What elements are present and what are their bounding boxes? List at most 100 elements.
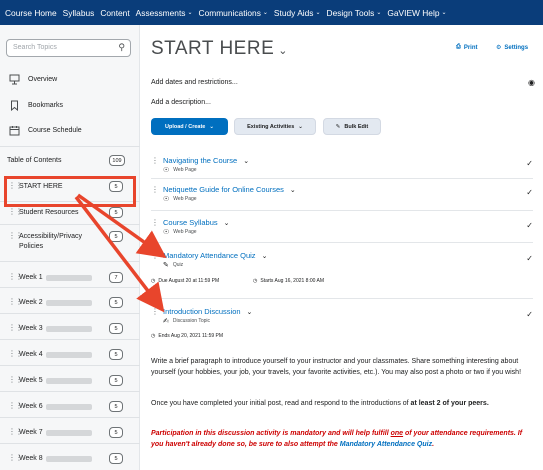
nav-label: Content	[100, 7, 130, 18]
settings-label: Settings	[504, 44, 529, 51]
add-dates-label: Add dates and restrictions...	[151, 79, 238, 86]
chevron-down-icon[interactable]: ⌄	[278, 45, 288, 57]
drag-handle-icon[interactable]: ⋮	[151, 251, 159, 260]
item-title-link[interactable]: Course Syllabus ⌄	[163, 218, 229, 227]
drag-handle-icon[interactable]: ⋮	[151, 156, 159, 165]
print-button[interactable]: ⎙ Print	[456, 44, 477, 51]
item-type-label: Web Page	[173, 167, 197, 173]
search-icon[interactable]: ⚲	[118, 42, 125, 53]
description-text: Write a brief paragraph to introduce you…	[151, 358, 522, 376]
chevron-down-icon[interactable]: ⌄	[243, 158, 249, 165]
module-divider	[0, 224, 140, 225]
nav-content[interactable]: Content	[100, 8, 129, 18]
item-title-link[interactable]: Introduction Discussion ⌄	[163, 307, 252, 316]
nav-syllabus[interactable]: Syllabus	[63, 8, 95, 18]
module-count: 5	[114, 377, 118, 384]
module-name: Week 2	[19, 299, 43, 306]
item-type: ✎ Quiz	[163, 261, 183, 269]
module-name: Week 8	[19, 455, 43, 462]
chevron-down-icon: ⌄	[441, 10, 447, 16]
sidebar-course-schedule[interactable]: Course Schedule	[8, 124, 82, 136]
item-type-label: Web Page	[173, 229, 197, 235]
overview-icon	[8, 73, 20, 85]
content-item-navigating[interactable]: ⋮ Navigating the Course ⌄ ☉ Web Page ✓	[151, 156, 533, 176]
toc-count-badge: 109	[109, 155, 125, 166]
nav-course-home[interactable]: Course Home	[5, 8, 57, 18]
bulk-edit-button[interactable]: ✎ Bulk Edit	[323, 118, 381, 135]
redacted-text	[46, 326, 92, 332]
table-of-contents-link[interactable]: Table of Contents	[7, 157, 61, 164]
module-divider	[0, 417, 140, 418]
pencil-icon: ✎	[335, 123, 341, 130]
nav-label: Assessments	[135, 7, 186, 18]
content-item-syllabus[interactable]: ⋮ Course Syllabus ⌄ ☉ Web Page ✓	[151, 218, 533, 238]
redacted-text	[46, 275, 92, 281]
chevron-down-icon[interactable]: ⌄	[290, 187, 296, 194]
nav-design-tools[interactable]: Design Tools ⌄	[327, 8, 382, 18]
bulk-edit-label: Bulk Edit	[344, 123, 369, 130]
chevron-down-icon[interactable]: ⌄	[262, 253, 268, 260]
due-date-text: Due August 20 at 11:59 PM	[158, 278, 220, 284]
module-count-badge: 5	[109, 349, 123, 360]
item-type-label: Quiz	[172, 262, 184, 268]
module-name: Accessibility/Privacy Policies	[19, 233, 83, 250]
sidebar-overview[interactable]: Overview	[8, 73, 57, 85]
add-dates-link[interactable]: Add dates and restrictions...	[151, 79, 238, 86]
module-count: 5	[114, 299, 118, 306]
sidebar-divider	[0, 146, 140, 147]
module-count: 5	[114, 351, 118, 358]
print-label: Print	[463, 44, 478, 51]
toc-count: 109	[112, 157, 122, 164]
item-title: Course Syllabus	[163, 218, 218, 227]
redacted-text	[46, 404, 92, 410]
chevron-down-icon[interactable]: ⌄	[247, 309, 253, 316]
module-count-badge: 5	[109, 427, 123, 438]
chevron-down-icon[interactable]: ⌄	[224, 220, 230, 227]
note-underlined: one	[390, 430, 404, 437]
module-content-panel: START HERE ⌄ ⎙ Print ⚙ Settings Add dates a…	[140, 25, 543, 470]
end-date: ◷ Ends Aug 20, 2021 11:59 PM	[151, 333, 223, 339]
item-title-link[interactable]: Mandatory Attendance Quiz ⌄	[163, 251, 267, 260]
module-count-badge: 5	[109, 453, 123, 464]
module-divider	[0, 365, 140, 366]
content-item-attendance-quiz[interactable]: ⋮ Mandatory Attendance Quiz ⌄ ✎ Quiz ✓ ◷ Du…	[151, 251, 533, 289]
content-item-netiquette[interactable]: ⋮ Netiquette Guide for Online Courses ⌄ ☉…	[151, 185, 533, 205]
item-title-link[interactable]: Netiquette Guide for Online Courses ⌄	[163, 185, 296, 194]
nav-study-aids[interactable]: Study Aids ⌄	[274, 8, 321, 18]
sidebar-overview-label: Overview	[28, 75, 58, 83]
calendar-icon	[8, 124, 20, 136]
attendance-quiz-link[interactable]: Mandatory Attendance Quiz	[340, 441, 432, 448]
upload-create-button[interactable]: Upload / Create ⌄	[151, 118, 228, 135]
top-navbar: Course Home Syllabus Content Assessments…	[0, 0, 543, 25]
module-count-badge: 5	[109, 297, 123, 308]
item-title-link[interactable]: Navigating the Course ⌄	[163, 156, 249, 165]
sidebar-bookmarks[interactable]: Bookmarks	[8, 99, 63, 111]
page-title: START HERE ⌄	[151, 38, 288, 60]
add-description-link[interactable]: Add a description...	[151, 99, 211, 106]
drag-handle-icon[interactable]: ⋮	[151, 185, 159, 194]
module-divider	[0, 391, 140, 392]
module-count-badge: 5	[109, 207, 123, 218]
item-type-label: Discussion Topic	[172, 318, 211, 324]
module-name: Week 5	[19, 377, 43, 384]
content-item-intro-discussion[interactable]: ⋮ Introduction Discussion ⌄ ✍ Discussion T…	[151, 307, 533, 345]
nav-assessments[interactable]: Assessments ⌄	[136, 8, 193, 18]
nav-gaview-help[interactable]: GaVIEW Help ⌄	[387, 8, 446, 18]
drag-handle-icon[interactable]: ⋮	[151, 307, 159, 316]
module-count-badge: 5	[109, 401, 123, 412]
module-name: Week 6	[19, 403, 43, 410]
nav-communications[interactable]: Communications ⌄	[199, 8, 268, 18]
eye-icon[interactable]: ◉	[528, 78, 535, 87]
settings-button[interactable]: ⚙ Settings	[496, 44, 529, 52]
instruction-bold: at least 2 of your peers	[410, 400, 487, 407]
module-name: Week 3	[19, 325, 43, 332]
module-count-badge: 5	[109, 375, 123, 386]
nav-label: Study Aids	[273, 7, 314, 18]
existing-activities-button[interactable]: Existing Activities ⌄	[234, 118, 316, 135]
module-divider	[0, 443, 140, 444]
gear-icon: ⚙	[496, 45, 502, 51]
add-description-label: Add a description...	[151, 99, 211, 106]
redacted-text	[46, 378, 92, 384]
drag-handle-icon[interactable]: ⋮	[151, 218, 159, 227]
search-topics-input[interactable]: Search Topics ⚲	[6, 39, 131, 57]
